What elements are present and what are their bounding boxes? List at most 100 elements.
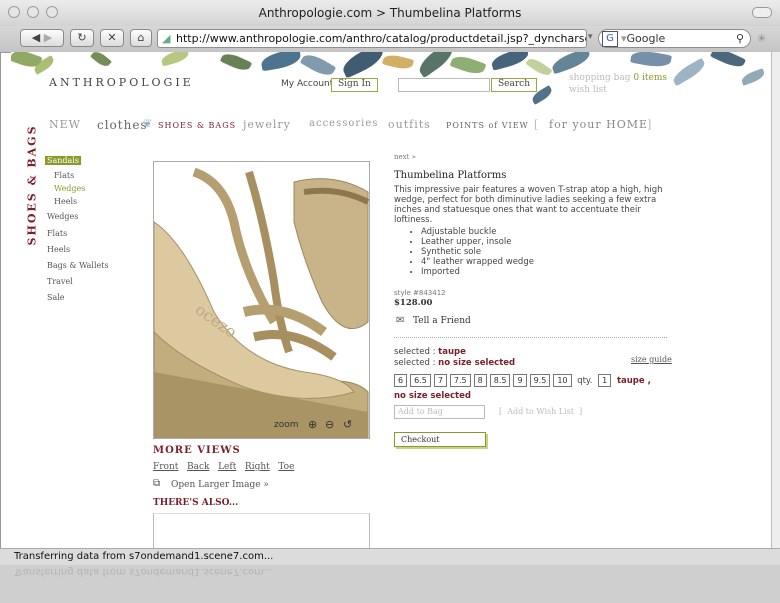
bag-count: 0 items (633, 73, 667, 83)
reset-zoom-icon[interactable]: ↺ (343, 418, 352, 431)
status-bar: Transferring data from s7ondemand1.scene… (0, 548, 780, 565)
add-to-bag-button[interactable]: Add to Bag (394, 405, 485, 419)
sidebar-item-sandals-flats[interactable]: Flats (54, 171, 74, 180)
sidebar-item-sandals-heels[interactable]: Heels (54, 197, 77, 206)
more-views-links: Front Back Left Right Toe (153, 462, 294, 472)
size-7-5-button[interactable]: 7.5 (449, 374, 471, 387)
nav-outfits[interactable]: outfits (388, 118, 431, 131)
product-description: This impressive pair features a woven T-… (394, 185, 663, 225)
feature-list: Adjustable buckle Leather upper, insole … (411, 227, 534, 277)
forward-arrow-icon: ▶ (40, 31, 53, 44)
next-product-link[interactable]: next » (394, 153, 416, 161)
reload-button[interactable]: ↻ (70, 29, 94, 47)
sidebar-item-heels[interactable]: Heels (47, 245, 70, 254)
search-field[interactable]: G ▾Google ⚲ (598, 29, 751, 48)
my-account-label: My Account (281, 79, 334, 89)
nav-divider-right: ] (647, 118, 653, 131)
home-button[interactable]: ⌂ (130, 29, 152, 47)
feather-icon: ❦ (143, 117, 154, 130)
browser-window: Anthropologie.com > Thumbelina Platforms… (0, 0, 780, 565)
stop-icon: ✕ (107, 31, 117, 44)
tell-a-friend-link[interactable]: Tell a Friend (413, 316, 471, 326)
qty-label: qty. (577, 376, 593, 386)
size-7-button[interactable]: 7 (433, 374, 447, 387)
envelope-icon: ✉ (396, 315, 405, 326)
home-icon: ⌂ (137, 31, 145, 44)
size-6-5-button[interactable]: 6.5 (410, 374, 431, 387)
view-right-link[interactable]: Right (245, 462, 270, 472)
details-divider (394, 337, 667, 338)
open-larger-image-link[interactable]: Open Larger Image » (171, 480, 269, 490)
sidebar-item-sandals[interactable]: Sandals (45, 156, 81, 165)
product-name: Thumbelina Platforms (394, 170, 507, 181)
product-image[interactable]: ocezo zoom ⊕ ⊖ ↺ (153, 161, 370, 439)
site-dropdown-icon[interactable]: ▾ (588, 32, 593, 42)
sign-in-button[interactable]: Sign In (331, 78, 378, 92)
view-toe-link[interactable]: Toe (278, 462, 294, 472)
selected-label: selected : (394, 347, 436, 357)
sidebar-item-bags-wallets[interactable]: Bags & Wallets (47, 261, 109, 270)
size-6-button[interactable]: 6 (394, 374, 408, 387)
nav-shoes-bags[interactable]: SHOES & BAGS (158, 121, 236, 130)
vertical-scrollbar[interactable] (771, 52, 780, 548)
feature-item: Leather upper, insole (421, 237, 534, 247)
address-bar[interactable]: ◢ http://www.anthropologie.com/anthro/ca… (157, 29, 587, 48)
selected-label: selected : (394, 358, 436, 368)
wish-list-link[interactable]: wish list (569, 85, 607, 95)
feature-item: Adjustable buckle (421, 227, 534, 237)
site-logo[interactable]: ANTHROPOLOGIE (49, 76, 194, 89)
nav-jewelry[interactable]: jewelry (243, 118, 291, 131)
nav-clothes[interactable]: clothes (97, 118, 148, 132)
selected-size-row: selected : no size selected (394, 358, 515, 368)
add-to-wish-list-button[interactable]: [ Add to Wish List ] (499, 407, 582, 416)
view-left-link[interactable]: Left (218, 462, 236, 472)
checkout-button[interactable]: Checkout (394, 432, 486, 447)
back-forward-button[interactable]: ◀ ▶ (20, 29, 64, 47)
size-9-button[interactable]: 9 (513, 374, 527, 387)
toolbar-toggle-button[interactable] (752, 7, 772, 18)
status-reflection: Transferring data from s7ondemand1.scene… (14, 566, 274, 577)
nav-accessories[interactable]: accessories (309, 118, 378, 129)
open-larger-image-icon: ⧉ (153, 478, 161, 489)
reload-icon: ↻ (77, 31, 87, 44)
magnifier-icon[interactable]: ⚲ (736, 30, 744, 47)
sidebar-item-travel[interactable]: Travel (47, 277, 73, 286)
more-views-title: MORE VIEWS (153, 445, 241, 456)
nav-points-of-view[interactable]: POINTS of VIEW (446, 121, 529, 130)
site-search-button[interactable]: Search (491, 78, 537, 92)
sidebar-section-title: SHOES & BAGS (25, 124, 39, 246)
zoom-in-icon[interactable]: ⊕ (308, 418, 317, 431)
summary-color: taupe , (616, 376, 651, 386)
site-search-input[interactable] (398, 78, 490, 92)
zoom-out-icon[interactable]: ⊖ (325, 418, 334, 431)
summary-size: no size selected (394, 391, 471, 401)
selected-color: taupe (438, 347, 466, 357)
product-price: $128.00 (394, 298, 433, 308)
size-10-button[interactable]: 10 (553, 374, 572, 387)
selected-size: no size selected (438, 358, 516, 368)
size-selector: 6 6.5 7 7.5 8 8.5 9 9.5 10 qty. 1 taupe , (394, 374, 651, 387)
nav-for-your-home[interactable]: for your HOME (549, 118, 648, 131)
sidebar-item-flats[interactable]: Flats (47, 229, 67, 238)
view-back-link[interactable]: Back (187, 462, 209, 472)
stop-button[interactable]: ✕ (100, 29, 124, 47)
nav-divider-left: [ (534, 118, 540, 131)
size-8-button[interactable]: 8 (473, 374, 487, 387)
title-bar: Anthropologie.com > Thumbelina Platforms (0, 0, 780, 27)
qty-input[interactable]: 1 (598, 374, 612, 387)
sidebar-item-wedges[interactable]: Wedges (47, 212, 78, 221)
sidebar-item-sale[interactable]: Sale (47, 293, 65, 302)
feature-item: Imported (421, 267, 534, 277)
size-9-5-button[interactable]: 9.5 (529, 374, 551, 387)
view-front-link[interactable]: Front (153, 462, 178, 472)
page-viewport: ANTHROPOLOGIE My Account Sign In Search … (11, 52, 771, 548)
google-icon: G (602, 31, 618, 47)
add-to-wish-list-label: Add to Wish List (507, 407, 574, 416)
shopping-bag-link[interactable]: shopping bag 0 items wish list (569, 72, 667, 96)
size-8-5-button[interactable]: 8.5 (489, 374, 511, 387)
site-favicon-icon: ◢ (162, 32, 171, 45)
sidebar-item-sandals-wedges[interactable]: Wedges (54, 184, 85, 193)
theres-also-panel (153, 513, 370, 548)
nav-new[interactable]: NEW (49, 118, 81, 131)
size-guide-link[interactable]: size guide (631, 355, 672, 364)
